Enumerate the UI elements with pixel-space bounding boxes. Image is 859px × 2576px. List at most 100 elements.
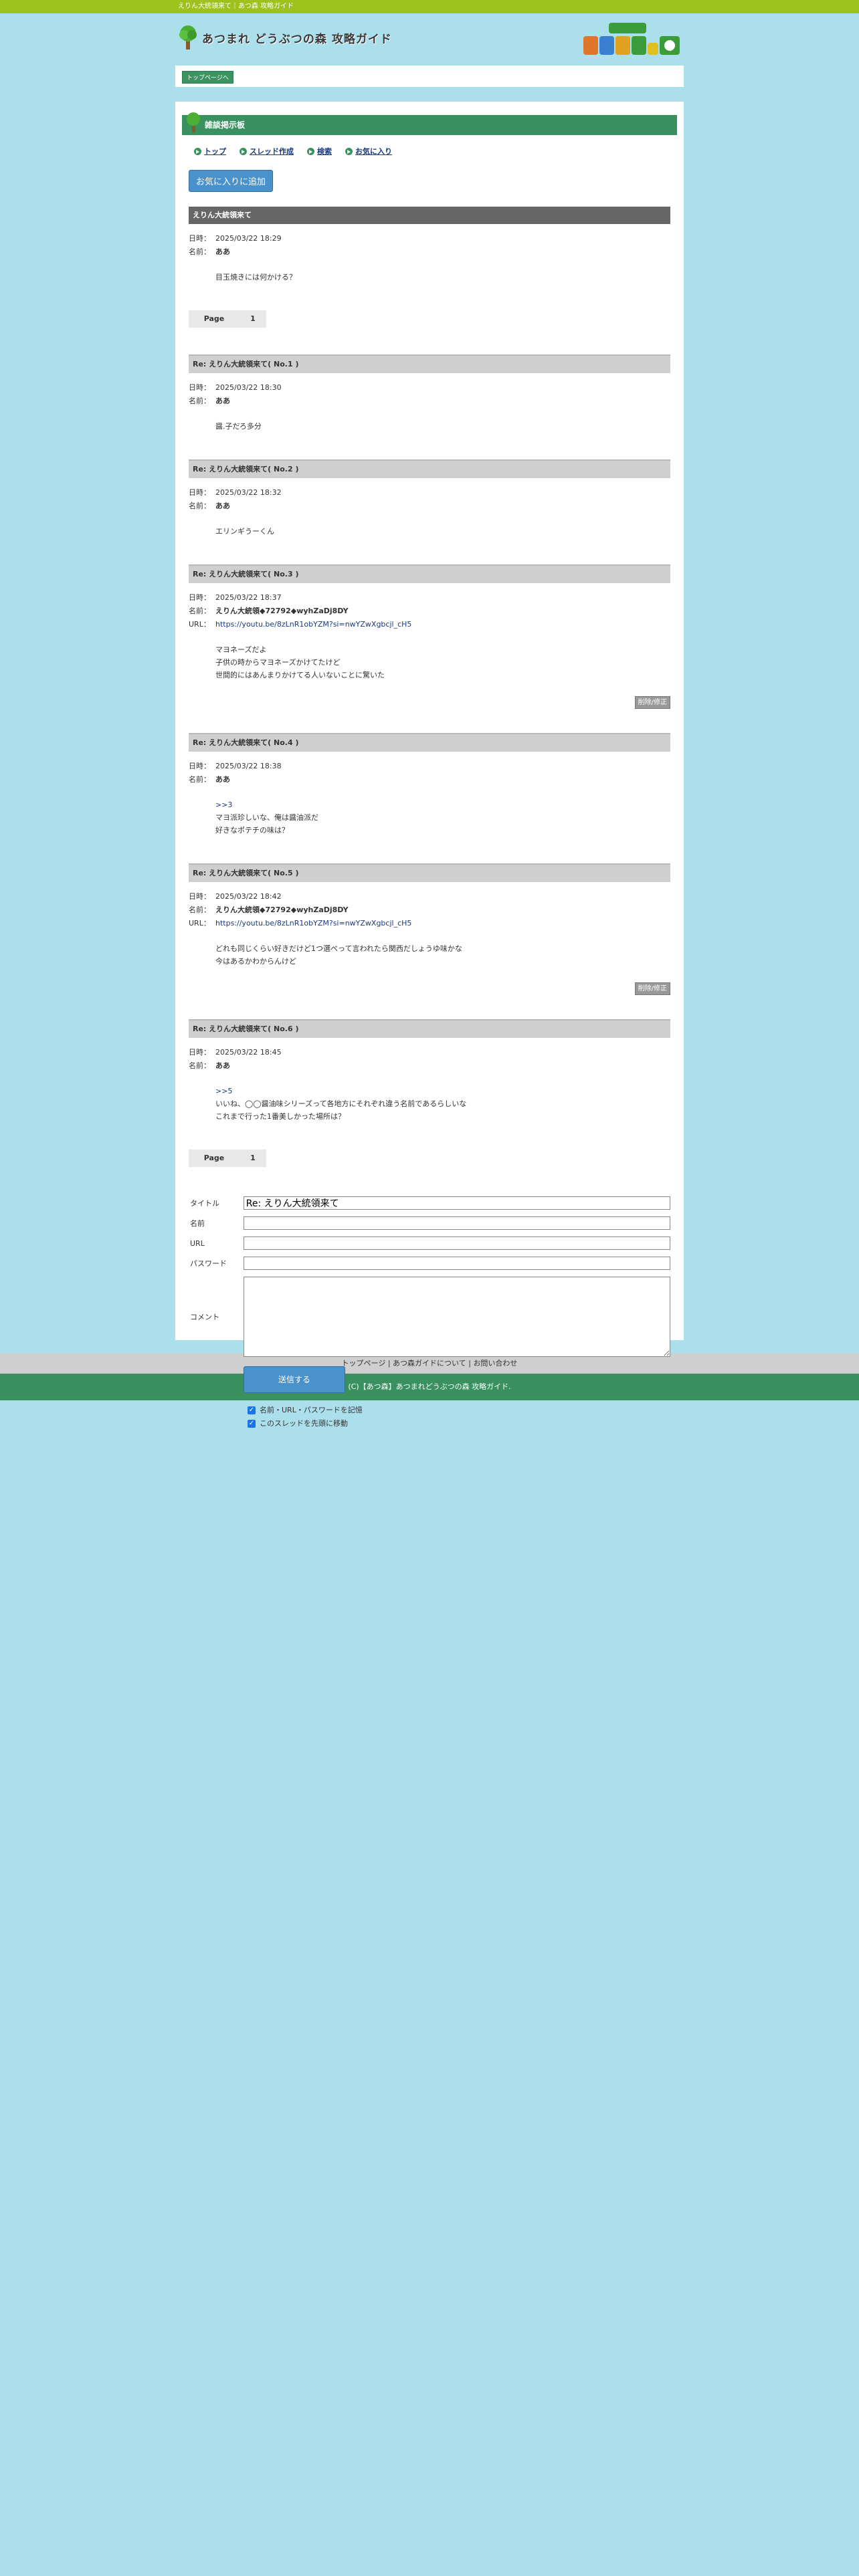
edit-delete-button[interactable]: 削除/修正 bbox=[634, 696, 670, 709]
reply-title: Re: えりん大統領来て( No.1 ) bbox=[189, 354, 670, 373]
url-field[interactable] bbox=[243, 1237, 670, 1250]
reply-author: ああ bbox=[215, 775, 230, 784]
reply-line: 醤.子だろ多分 bbox=[215, 422, 262, 431]
comment-label: コメント bbox=[190, 1313, 219, 1321]
reply-line: 世間的にはあんまりかけてる人いないことに驚いた bbox=[215, 671, 385, 679]
reply-author: ああ bbox=[215, 1061, 230, 1070]
reply-url-link[interactable]: https://youtu.be/8zLnR1obYZM?si=nwYZwXgb… bbox=[215, 919, 411, 928]
comment-field[interactable] bbox=[243, 1277, 670, 1357]
page-wrapper: あつまれ どうぶつの森 攻略ガイド トップページへ 雑談掲示板 トップ スレッド… bbox=[175, 13, 684, 1428]
reply-date: 2025/03/22 18:42 bbox=[215, 892, 282, 901]
reply-post: Re: えりん大統領来て( No.4 ) 日時： 2025/03/22 18:38 名… bbox=[189, 733, 670, 837]
top-bar: えりん大統領来て｜あつ森 攻略ガイド bbox=[0, 0, 859, 13]
reply-body: 醤.子だろ多分 bbox=[215, 420, 670, 433]
name-field[interactable] bbox=[243, 1216, 670, 1230]
reply-title: Re: えりん大統領来て( No.5 ) bbox=[189, 863, 670, 882]
top-bar-text: えりん大統領来て｜あつ森 攻略ガイド bbox=[178, 3, 294, 10]
thread-author: ああ bbox=[215, 247, 230, 256]
edit-row: 削除/修正 bbox=[189, 982, 670, 995]
name-label: 名前： bbox=[189, 775, 211, 784]
nav-top-label: トップ bbox=[204, 147, 226, 156]
reply-line: 今はあるかわからんけど bbox=[215, 957, 296, 966]
title-label: タイトル bbox=[190, 1199, 219, 1208]
reply-list: Re: えりん大統領来て( No.1 ) 日時： 2025/03/22 18:30 名… bbox=[189, 354, 670, 1123]
url-label: URL： bbox=[189, 919, 211, 928]
title-field[interactable] bbox=[243, 1196, 670, 1210]
reply-post: Re: えりん大統領来て( No.6 ) 日時： 2025/03/22 18:45 名… bbox=[189, 1019, 670, 1123]
reply-title: Re: えりん大統領来て( No.4 ) bbox=[189, 733, 670, 752]
date-label: 日時： bbox=[189, 383, 211, 392]
reply-form: タイトル 名前 URL パスワード コメント 送信する ✓ 名前・URL・パスワー… bbox=[189, 1196, 670, 1430]
edit-delete-button[interactable]: 削除/修正 bbox=[634, 982, 670, 995]
reply-body: エリンギうーくん bbox=[215, 525, 670, 538]
reply-post: Re: えりん大統領来て( No.1 ) 日時： 2025/03/22 18:30 名… bbox=[189, 354, 670, 433]
reply-post: Re: えりん大統領来て( No.3 ) 日時： 2025/03/22 18:37 名… bbox=[189, 564, 670, 709]
url-label: URL： bbox=[189, 620, 211, 629]
name-label: 名前： bbox=[189, 502, 211, 510]
reply-url-link[interactable]: https://youtu.be/8zLnR1obYZM?si=nwYZwXgb… bbox=[215, 620, 411, 629]
arrow-circle-icon bbox=[194, 147, 201, 155]
reply-meta: 日時： 2025/03/22 18:30 名前： ああ bbox=[189, 381, 670, 408]
move-top-checkbox[interactable]: ✓ bbox=[248, 1420, 256, 1428]
arrow-circle-icon bbox=[307, 147, 314, 155]
nav-top-link[interactable]: トップ bbox=[194, 146, 226, 156]
form-options: ✓ 名前・URL・パスワードを記憶 ✓ このスレッドを先頭に移動 bbox=[248, 1404, 670, 1430]
reply-post: Re: えりん大統領来て( No.2 ) 日時： 2025/03/22 18:32 名… bbox=[189, 459, 670, 538]
date-label: 日時： bbox=[189, 892, 211, 901]
reply-meta: 日時： 2025/03/22 18:45 名前： ああ bbox=[189, 1046, 670, 1073]
nav-favorites-link[interactable]: お気に入り bbox=[345, 146, 392, 156]
remember-checkbox[interactable]: ✓ bbox=[248, 1406, 256, 1414]
reply-line: これまで行った1番美しかった場所は？ bbox=[215, 1112, 345, 1121]
pager-label: Page bbox=[203, 1154, 225, 1162]
reply-post: Re: えりん大統領来て( No.5 ) 日時： 2025/03/22 18:42 名… bbox=[189, 863, 670, 995]
remember-label: 名前・URL・パスワードを記憶 bbox=[260, 1406, 363, 1414]
reply-line: どれも同じくらい好きだけど1つ選べって言われたら関西だしょうゆ味かな bbox=[215, 944, 462, 953]
reply-title: Re: えりん大統領来て( No.6 ) bbox=[189, 1019, 670, 1038]
tree-icon bbox=[179, 25, 197, 49]
date-label: 日時： bbox=[189, 488, 211, 497]
name-label: 名前： bbox=[189, 607, 211, 615]
nav-search-link[interactable]: 検索 bbox=[307, 146, 332, 156]
arrow-circle-icon bbox=[240, 147, 247, 155]
reply-author: えりん大統領◆72792◆wyhZaDj8DY bbox=[215, 607, 349, 615]
pager-bottom: Page 1 bbox=[189, 1150, 266, 1167]
reply-meta: 日時： 2025/03/22 18:37 名前： えりん大統領◆72792◆wyhZa… bbox=[189, 591, 670, 631]
breadcrumb: トップページへ bbox=[175, 66, 684, 87]
password-field[interactable] bbox=[243, 1257, 670, 1270]
date-label: 日時： bbox=[189, 234, 211, 243]
thread-date: 2025/03/22 18:29 bbox=[215, 234, 282, 243]
reply-anchor-link[interactable]: >>5 bbox=[215, 1087, 232, 1095]
reply-body: >>5 いいね、◯◯醤油味シリーズって各地方にそれぞれ違う名前であるらしいな これま… bbox=[215, 1085, 670, 1123]
reply-line: エリンギうーくん bbox=[215, 527, 274, 536]
date-label: 日時： bbox=[189, 593, 211, 602]
pager-page-link[interactable]: 1 bbox=[240, 310, 266, 328]
reply-line: いいね、◯◯醤油味シリーズって各地方にそれぞれ違う名前であるらしいな bbox=[215, 1099, 467, 1108]
reply-line: マヨ派珍しいな、俺は醤油派だ bbox=[215, 813, 318, 822]
reply-date: 2025/03/22 18:37 bbox=[215, 593, 282, 602]
reply-line: 好きなポテチの味は？ bbox=[215, 826, 289, 835]
name-label: 名前： bbox=[189, 1061, 211, 1070]
reply-meta: 日時： 2025/03/22 18:42 名前： えりん大統領◆72792◆wyhZa… bbox=[189, 890, 670, 930]
pager-page-link[interactable]: 1 bbox=[240, 1150, 266, 1167]
add-favorite-button[interactable]: お気に入りに追加 bbox=[189, 170, 274, 192]
submit-button[interactable]: 送信する bbox=[244, 1366, 345, 1393]
site-title: あつまれ どうぶつの森 攻略ガイド bbox=[202, 32, 392, 46]
board-nav: トップ スレッド作成 検索 お気に入り bbox=[194, 146, 670, 156]
reply-line: 子供の時からマヨネーズかけてたけど bbox=[215, 658, 341, 667]
arrow-circle-icon bbox=[345, 147, 353, 155]
name-label: 名前 bbox=[190, 1219, 205, 1228]
site-header: あつまれ どうぶつの森 攻略ガイド bbox=[175, 13, 684, 66]
top-page-button[interactable]: トップページへ bbox=[182, 71, 233, 84]
game-logo bbox=[583, 23, 680, 55]
site-logo[interactable]: あつまれ どうぶつの森 攻略ガイド bbox=[177, 24, 392, 51]
pager-label: Page bbox=[203, 314, 225, 323]
reply-title: Re: えりん大統領来て( No.3 ) bbox=[189, 564, 670, 583]
reply-body: >>3 マヨ派珍しいな、俺は醤油派だ 好きなポテチの味は？ bbox=[215, 798, 670, 837]
thread-title: えりん大統領来て bbox=[189, 207, 670, 224]
reply-author: ああ bbox=[215, 502, 230, 510]
reply-anchor-link[interactable]: >>3 bbox=[215, 800, 232, 809]
nav-new-thread-link[interactable]: スレッド作成 bbox=[240, 146, 294, 156]
name-label: 名前： bbox=[189, 247, 211, 256]
nav-new-thread-label: スレッド作成 bbox=[250, 147, 294, 156]
reply-date: 2025/03/22 18:45 bbox=[215, 1048, 282, 1057]
